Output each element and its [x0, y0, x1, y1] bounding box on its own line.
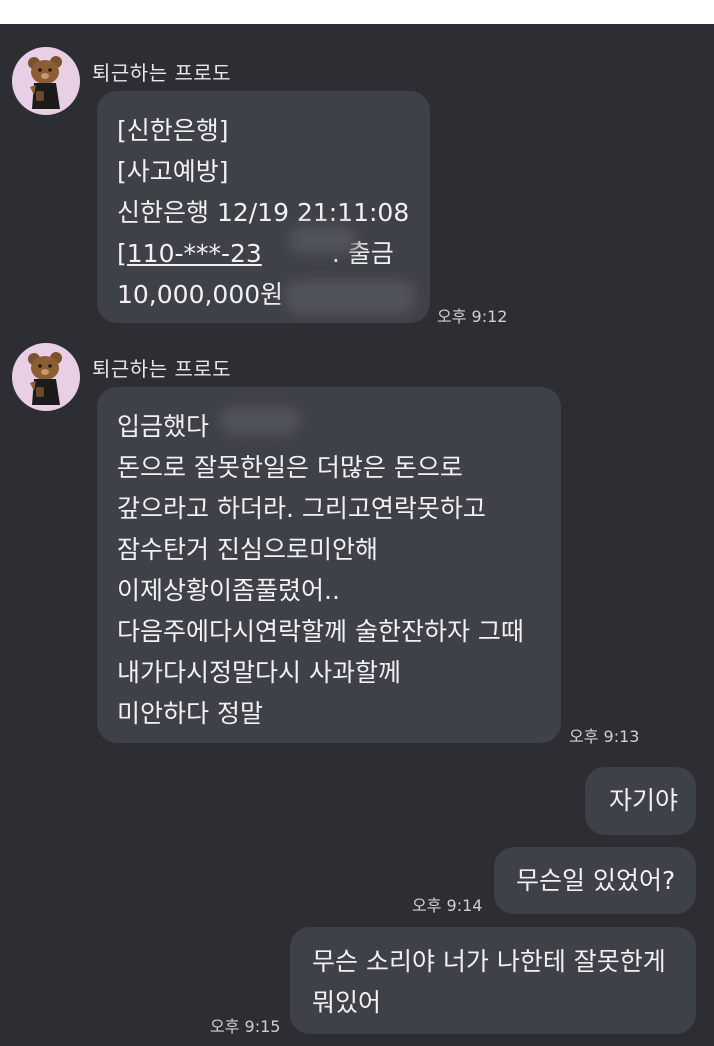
message-bubble[interactable]: 무슨일 있었어?: [494, 847, 696, 914]
sender-name: 퇴근하는 프로도: [92, 61, 232, 85]
message-line: [사고예방]: [117, 157, 229, 186]
message-bubble[interactable]: 무슨 소리야 너가 나한테 잘못한게 뭐있어: [290, 927, 696, 1034]
bear-avatar-icon: [28, 352, 62, 405]
message-timestamp: 오후 9:14: [412, 896, 483, 915]
bear-avatar-icon: [28, 56, 62, 109]
message-line: 미안하다 정말: [117, 699, 263, 728]
account-number: [110-***-23: [117, 239, 262, 268]
message-bubble[interactable]: 입금했다 돈으로 잘못한일은 더많은 돈으로 갚으라고 하더라. 그리고연락못하…: [97, 387, 561, 743]
message-timestamp: 오후 9:12: [437, 307, 508, 326]
redaction-blur: [288, 226, 358, 254]
sender-avatar[interactable]: [12, 343, 80, 411]
message-line: 입금했다: [117, 412, 210, 441]
message-timestamp: 오후 9:13: [569, 727, 640, 746]
message-bubble[interactable]: 자기야: [585, 767, 696, 835]
message-line: 신한은행 12/19 21:11:08: [117, 198, 410, 227]
message-line: 무슨 소리야 너가 나한테 잘못한게: [312, 947, 666, 976]
message-line: [110-***-23. 출금: [117, 233, 430, 274]
message-timestamp: 오후 9:15: [210, 1017, 281, 1036]
redaction-blur: [285, 280, 415, 314]
sender-name: 퇴근하는 프로도: [92, 357, 232, 381]
message-line: 무슨일 있었어?: [516, 866, 676, 895]
message-line: 다음주에다시연락할께 술한잔하자 그때: [117, 617, 524, 646]
sender-avatar[interactable]: [12, 47, 80, 115]
message-line: 자기야: [609, 786, 679, 815]
message-line: 내가다시정말다시 사과할께: [117, 658, 401, 687]
message-line: 잠수탄거 진심으로미안해: [117, 535, 378, 564]
chat-area[interactable]: 퇴근하는 프로도 [신한은행] [사고예방] 신한은행 12/19 21:11:…: [0, 24, 714, 1046]
message-line: 돈으로 잘못한일은 더많은 돈으로: [117, 453, 463, 482]
redaction-blur: [220, 407, 300, 435]
message-line: 갚으라고 하더라. 그리고연락못하고: [117, 494, 486, 523]
message-line: [신한은행]: [117, 116, 229, 145]
message-line: 이제상황이좀풀렸어..: [117, 576, 340, 605]
message-line: 뭐있어: [312, 988, 382, 1017]
